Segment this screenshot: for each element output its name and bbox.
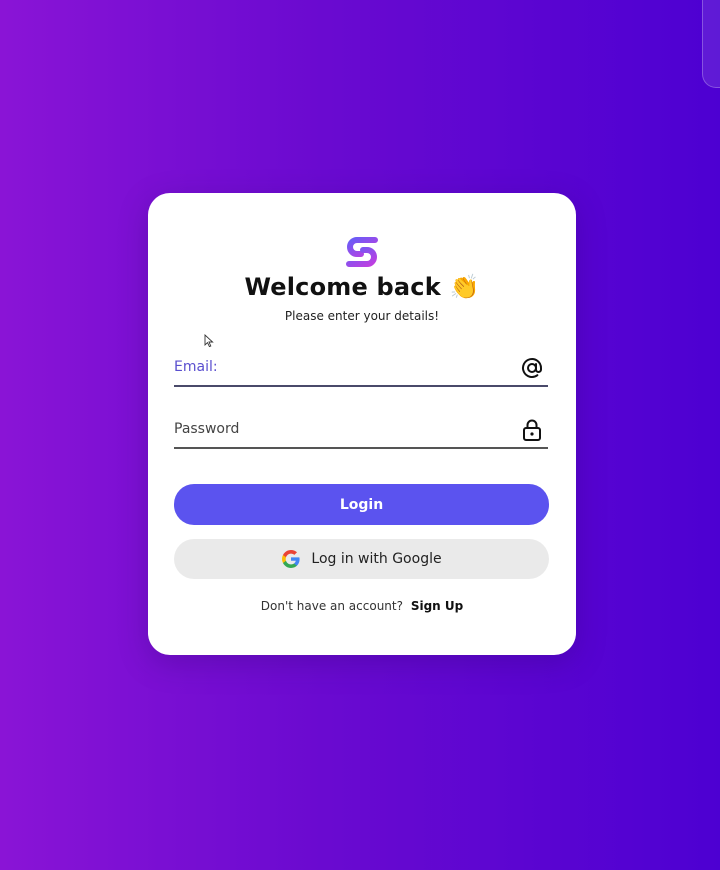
email-input[interactable] xyxy=(174,353,508,385)
google-login-button[interactable]: Log in with Google xyxy=(174,539,549,579)
signup-prompt-text: Don't have an account? xyxy=(260,599,403,613)
brand-logo-icon xyxy=(346,237,378,267)
mouse-cursor-icon xyxy=(204,334,214,348)
google-icon xyxy=(282,550,300,568)
signup-prompt: Don't have an account? Sign Up xyxy=(148,599,576,613)
google-button-label: Log in with Google xyxy=(311,551,442,567)
clapping-hands-emoji: 👏 xyxy=(449,273,480,301)
lock-icon xyxy=(523,419,541,441)
password-input[interactable] xyxy=(174,415,508,447)
signup-link[interactable]: Sign Up xyxy=(411,599,463,613)
login-button[interactable]: Login xyxy=(174,484,549,525)
screen-edge-tab xyxy=(702,0,720,88)
login-card: Welcome back 👏 Please enter your details… xyxy=(148,193,576,655)
page-title: Welcome back 👏 xyxy=(148,273,576,301)
page-subtitle: Please enter your details! xyxy=(284,309,440,323)
at-sign-icon xyxy=(522,358,542,378)
title-text: Welcome back xyxy=(244,273,441,301)
password-field[interactable]: Password xyxy=(174,415,548,449)
email-field[interactable]: Email: xyxy=(174,353,548,387)
